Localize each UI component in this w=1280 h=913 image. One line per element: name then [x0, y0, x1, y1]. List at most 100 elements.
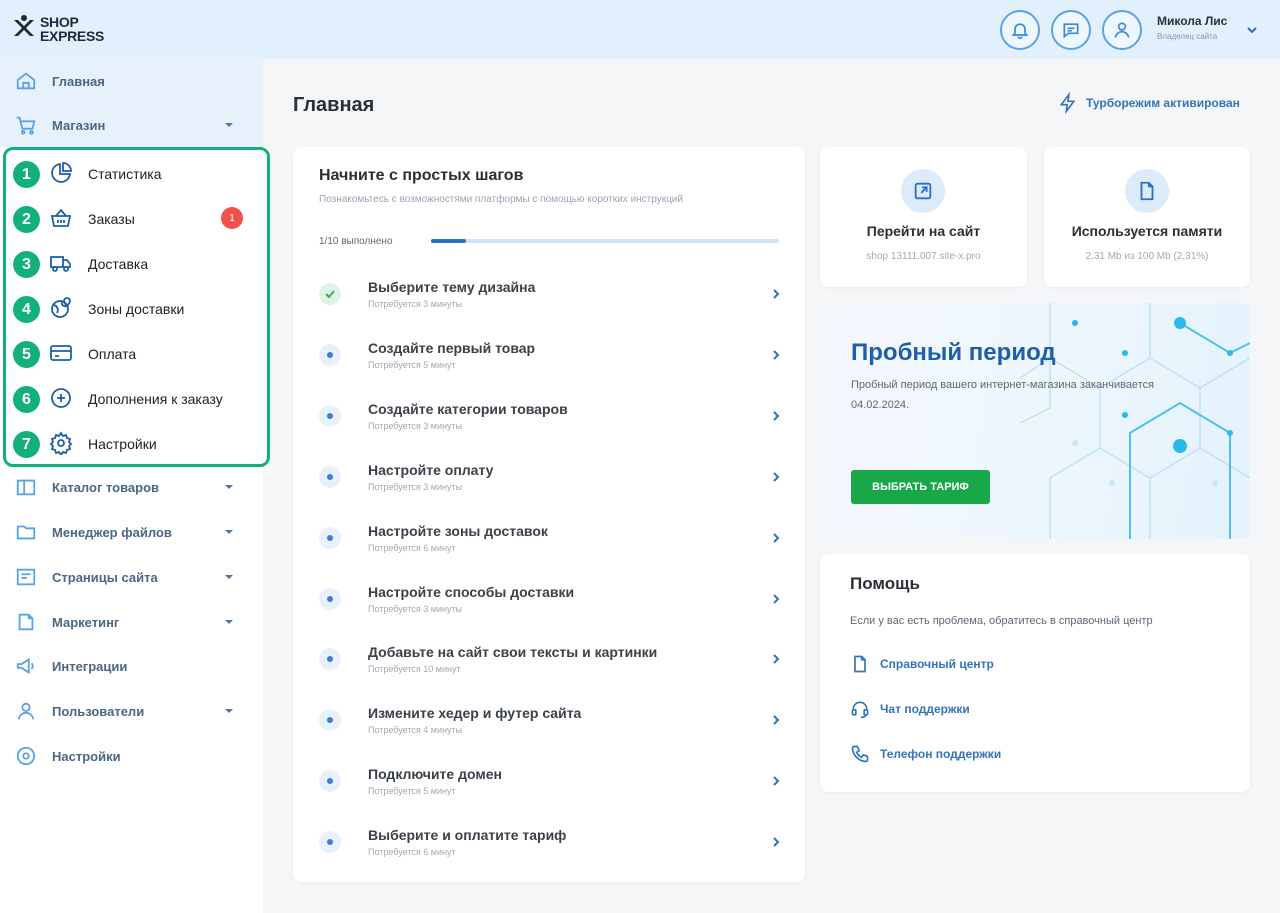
submenu-item-delivery-zones[interactable]: 4 Зоны доставки — [6, 287, 267, 329]
chevron-right-icon — [773, 715, 780, 726]
sidebar-item-integrations[interactable]: Интеграции — [0, 644, 263, 688]
submenu-item-delivery[interactable]: 3 Доставка — [6, 242, 267, 284]
sidebar-item-label: Менеджер файлов — [52, 524, 172, 540]
onboarding-step[interactable]: Выберите и оплатите тариф Потребуется 6 м… — [293, 821, 805, 881]
notifications-button[interactable] — [1000, 10, 1040, 50]
step-dot-icon — [319, 831, 341, 854]
pie-chart-icon — [51, 162, 72, 183]
sidebar-item-marketing[interactable]: Маркетинг — [0, 600, 263, 644]
support-chat-link[interactable]: Чат поддержки — [850, 698, 970, 720]
step-name: Подключите домен — [368, 766, 502, 783]
turbo-mode-link[interactable]: Турборежим активирован — [1058, 92, 1240, 114]
chevron-down-icon — [225, 530, 233, 534]
chevron-down-icon — [225, 709, 233, 713]
sidebar-item-label: Пользователи — [52, 703, 145, 719]
sidebar-item-home[interactable]: Главная — [0, 59, 263, 103]
onboarding-step[interactable]: Создайте категории товаров Потребуется 3 … — [293, 395, 805, 455]
step-number-badge: 1 — [13, 161, 40, 188]
logo-line1: SHOP — [40, 14, 79, 30]
step-dot-icon — [319, 404, 341, 427]
step-number-badge: 7 — [13, 431, 40, 458]
chevron-right-icon — [773, 350, 780, 360]
users-icon — [17, 702, 35, 720]
onboarding-step[interactable]: Создайте первый товар Потребуется 5 минут — [293, 334, 805, 394]
steps-title: Начните с простых шагов — [319, 167, 524, 184]
user-name[interactable]: Микола Лис — [1157, 14, 1227, 28]
step-dot-icon — [319, 343, 341, 366]
messages-button[interactable] — [1051, 10, 1091, 50]
onboarding-step[interactable]: Измените хедер и футер сайта Потребуется … — [293, 699, 805, 759]
chevron-down-icon[interactable] — [1246, 24, 1258, 36]
submenu-item-payment[interactable]: 5 Оплата — [6, 332, 267, 374]
sidebar-item-site-pages[interactable]: Страницы сайта — [0, 555, 263, 599]
step-number-badge: 4 — [13, 296, 40, 323]
sidebar-item-label: Главная — [52, 73, 105, 89]
step-dot-icon — [319, 709, 341, 732]
choose-plan-button[interactable]: ВЫБРАТЬ ТАРИФ — [851, 470, 990, 504]
step-name: Выберите и оплатите тариф — [368, 827, 567, 844]
onboarding-step[interactable]: Настройте зоны доставок Потребуется 6 мин… — [293, 517, 805, 577]
chevron-right-icon — [773, 593, 780, 604]
folder-icon — [16, 525, 36, 540]
submenu-item-label: Заказы — [88, 211, 135, 227]
onboarding-step[interactable]: Настройте оплату Потребуется 3 минуты — [293, 456, 805, 516]
onboarding-step[interactable]: Подключите домен Потребуется 5 минут — [293, 760, 805, 820]
chevron-right-icon — [773, 471, 780, 482]
sidebar-item-label: Каталог товаров — [52, 479, 160, 495]
home-icon — [16, 72, 36, 90]
onboarding-step[interactable]: Настройте способы доставки Потребуется 3 … — [293, 578, 805, 638]
trial-title: Пробный период — [851, 339, 1056, 366]
submenu-item-label: Дополнения к заказу — [88, 391, 223, 407]
chevron-down-icon — [225, 485, 233, 489]
sidebar-item-shop[interactable]: Магазин — [0, 103, 263, 147]
onboarding-step[interactable]: Выберите тему дизайна Потребуется 3 минут… — [293, 273, 805, 333]
step-dot-icon — [319, 587, 341, 610]
sidebar-item-label: Магазин — [52, 117, 106, 133]
phone-icon — [851, 745, 869, 763]
chevron-right-icon — [773, 532, 780, 543]
onboarding-steps-card: Начните с простых шагов Познакомьтесь с … — [293, 147, 805, 882]
site-domain: shop 13111.007.site-x.pro — [866, 251, 981, 262]
headset-icon — [851, 701, 869, 719]
logo[interactable]: SHOP EXPRESS — [12, 14, 104, 44]
submenu-item-label: Доставка — [88, 256, 149, 272]
orders-count-badge: 1 — [221, 207, 243, 229]
support-phone-link[interactable]: Телефон поддержки — [850, 743, 1001, 765]
step-time: Потребуется 3 минуты — [368, 603, 463, 614]
step-name: Выберите тему дизайна — [368, 279, 536, 295]
shop-submenu: 1 Статистика 2 Заказы 1 3 Доставка 4 Зон… — [3, 147, 270, 467]
truck-icon — [50, 256, 71, 272]
submenu-item-statistics[interactable]: 1 Статистика — [6, 152, 267, 194]
help-link-label: Справочный центр — [880, 657, 994, 671]
turbo-mode-label: Турборежим активирован — [1086, 96, 1240, 110]
check-icon — [319, 283, 341, 305]
steps-subtitle: Познакомьтесь с возможностями платформы … — [319, 194, 683, 205]
sidebar-item-file-manager[interactable]: Менеджер файлов — [0, 510, 263, 554]
step-name: Измените хедер и футер сайта — [368, 705, 582, 722]
submenu-item-orders[interactable]: 2 Заказы 1 — [6, 197, 267, 239]
submenu-item-settings[interactable]: 7 Настройки — [6, 422, 267, 464]
sidebar-item-catalog[interactable]: Каталог товаров — [0, 465, 263, 509]
step-dot-icon — [319, 465, 341, 488]
chevron-right-icon — [773, 776, 780, 786]
chevron-down-icon — [225, 575, 233, 579]
go-to-site-card[interactable]: Перейти на сайт shop 13111.007.site-x.pr… — [820, 147, 1027, 287]
progress-bar-fill — [431, 239, 466, 243]
step-name: Настройте оплату — [368, 461, 494, 478]
help-center-link[interactable]: Справочный центр — [850, 653, 994, 675]
sidebar-item-settings[interactable]: Настройки — [0, 734, 263, 778]
step-name: Создайте первый товар — [368, 339, 536, 356]
submenu-item-label: Оплата — [88, 346, 137, 362]
top-bar: SHOP EXPRESS Микола Лис Владелец сайта — [0, 0, 1280, 59]
logo-mark-icon — [14, 15, 34, 36]
sidebar-item-label: Интеграции — [52, 658, 128, 674]
trial-text: Пробный период вашего интернет-магазина … — [851, 379, 1155, 411]
progress-bar — [431, 239, 779, 243]
onboarding-step[interactable]: Добавьте на сайт свои тексты и картинки П… — [293, 638, 805, 698]
chevron-right-icon — [773, 289, 780, 299]
submenu-item-order-addons[interactable]: 6 Дополнения к заказу — [6, 377, 267, 419]
sidebar-item-users[interactable]: Пользователи — [0, 689, 263, 733]
chevron-down-icon — [225, 620, 233, 624]
profile-button[interactable] — [1102, 10, 1142, 50]
submenu-item-label: Зоны доставки — [88, 301, 185, 317]
